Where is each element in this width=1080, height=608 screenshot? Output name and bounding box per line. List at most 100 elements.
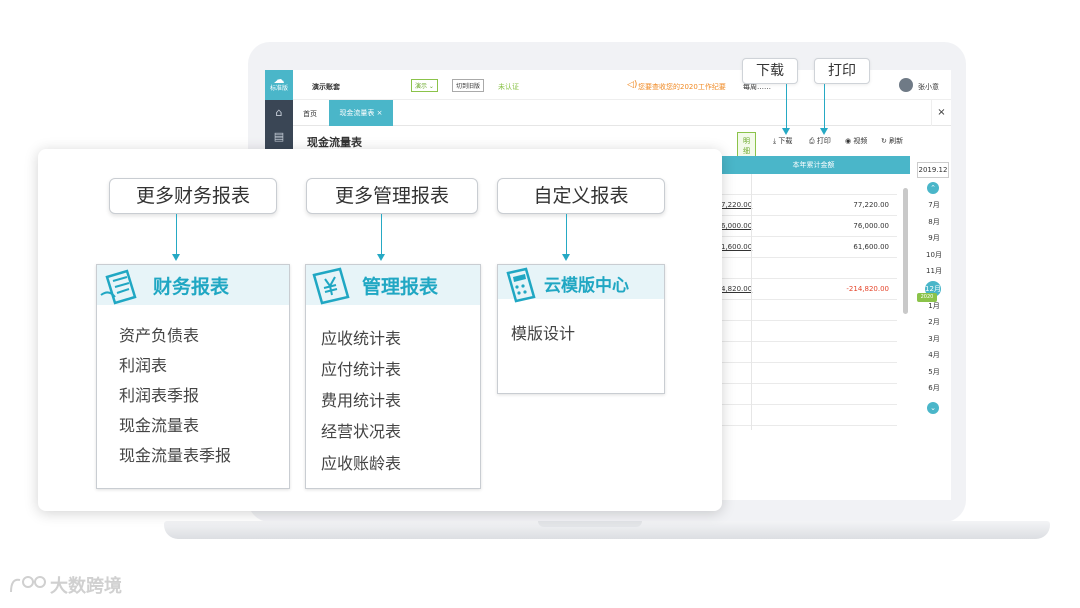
scrollbar[interactable] — [903, 188, 908, 314]
close-all-tabs-icon[interactable]: × — [931, 100, 951, 126]
month-item[interactable]: 4月 — [917, 350, 951, 360]
table-row — [717, 405, 897, 426]
print-connector — [824, 84, 825, 128]
month-item[interactable]: 1月 — [917, 301, 951, 311]
arrow-down-icon — [820, 128, 828, 135]
print-label: 打印 — [816, 137, 831, 145]
month-item[interactable]: 8月 — [917, 217, 951, 227]
tab-close-icon[interactable]: × — [377, 109, 383, 117]
template-design-link[interactable]: 模版设计 — [511, 320, 575, 344]
more-financial-reports-button[interactable]: 更多财务报表 — [109, 178, 277, 214]
home-icon[interactable]: ⌂ — [265, 102, 293, 124]
custom-report-button[interactable]: 自定义报表 — [497, 178, 665, 214]
column-header: 本年累计金额 — [717, 156, 910, 174]
report-link[interactable]: 现金流量表季报 — [119, 442, 231, 466]
year-total-cell: 61,600.00 — [853, 243, 889, 251]
table-row — [717, 300, 897, 321]
month-item[interactable]: 2月 — [917, 317, 951, 327]
year-total-cell: 76,000.00 — [853, 222, 889, 230]
printer-icon: ⎙ — [809, 137, 815, 145]
notice-link[interactable]: 您要查收您的2020工作纪要 — [638, 82, 726, 92]
mode-label: 演示 — [415, 83, 428, 90]
table-row: 4,820.00 -214,820.00 — [717, 279, 897, 300]
month-item[interactable]: 10月 — [917, 250, 951, 260]
switch-version-button[interactable]: 切到旧版 — [452, 79, 485, 92]
verify-status[interactable]: 未认证 — [498, 82, 519, 92]
year-select[interactable]: 2019.12 — [917, 162, 949, 178]
refresh-icon: ↻ — [881, 137, 887, 145]
watermark-logo-icon — [10, 576, 46, 593]
print-button[interactable]: ⎙ 打印 — [809, 136, 831, 146]
month-item[interactable]: 11月 — [917, 266, 951, 276]
tab-cash-flow[interactable]: 现金流量表 × — [329, 100, 393, 126]
report-link[interactable]: 应收统计表 — [321, 325, 401, 349]
management-reports-panel: 管理报表 应收统计表 应付统计表 费用统计表 经营状况表 应收账龄表 — [305, 264, 481, 489]
table-row — [717, 258, 897, 279]
arrow-down-icon — [562, 254, 570, 261]
refresh-button[interactable]: ↻ 刷新 — [881, 136, 903, 146]
month-item[interactable]: 9月 — [917, 233, 951, 243]
download-connector — [786, 84, 787, 128]
report-link[interactable]: 现金流量表 — [119, 412, 199, 436]
play-icon: ◉ — [845, 137, 852, 145]
document-pen-icon — [100, 269, 137, 305]
panel-header: 管理报表 — [306, 265, 480, 305]
arrow-down-icon — [782, 128, 790, 135]
month-item[interactable]: 3月 — [917, 334, 951, 344]
table-row — [717, 321, 897, 342]
app-logo-label: 标准版 — [269, 85, 288, 93]
user-name[interactable]: 张小意 — [918, 82, 939, 92]
month-item[interactable]: 5月 — [917, 367, 951, 377]
report-grid: 7,220.00 77,220.00 6,000.00 76,000.00 1,600.… — [717, 174, 897, 430]
panel-title: 财务报表 — [153, 276, 230, 298]
download-icon: ⤓ — [773, 137, 777, 145]
panel-header: 云模版中心 — [498, 265, 664, 303]
download-label: 下载 — [778, 137, 793, 145]
panel-header: 财务报表 — [97, 265, 289, 305]
report-link[interactable]: 利润表 — [119, 352, 167, 376]
report-link[interactable]: 资产负债表 — [119, 322, 199, 346]
arrow-down-icon — [377, 254, 385, 261]
table-row — [717, 384, 897, 405]
refresh-label: 刷新 — [889, 137, 904, 145]
grid-divider — [751, 174, 752, 430]
mode-select[interactable]: 演示 ⌄ — [411, 79, 438, 92]
year-total-cell: -214,820.00 — [846, 285, 889, 293]
panel-title: 管理报表 — [362, 276, 439, 298]
previous-amount-cell: 1,600.00 — [721, 243, 753, 251]
report-link[interactable]: 利润表季报 — [119, 382, 199, 406]
download-callout: 下载 — [742, 58, 798, 84]
table-row: 1,600.00 61,600.00 — [717, 237, 897, 258]
year-total-cell: 77,220.00 — [853, 201, 889, 209]
chevron-down-icon[interactable]: ⌄ — [927, 401, 939, 414]
watermark: 大数跨境 — [50, 576, 122, 597]
connector — [176, 214, 177, 254]
report-link[interactable]: 经营状况表 — [321, 418, 401, 442]
avatar[interactable] — [899, 78, 913, 92]
video-button[interactable]: ◉ 视频 — [845, 136, 867, 146]
company-name[interactable]: 演示账套 — [312, 82, 340, 92]
panel-title: 云模版中心 — [544, 276, 629, 296]
voucher-icon[interactable]: ▤ — [265, 126, 293, 148]
previous-amount-cell: 4,820.00 — [721, 285, 753, 293]
connector — [381, 214, 382, 254]
app-logo[interactable]: ☁ 标准版 — [265, 70, 293, 100]
period-selector: 2019.12 ⌃ 7月 8月 9月 10月 11月 12月 2020 1月 2月 3月 4月 5月 6月… — [917, 160, 951, 428]
month-item[interactable]: 6月 — [917, 383, 951, 393]
tab-bar: 首页 现金流量表 × × — [293, 100, 951, 126]
month-item[interactable]: 7月 — [917, 200, 951, 210]
report-link[interactable]: 应收账龄表 — [321, 450, 401, 474]
tab-home[interactable]: 首页 — [303, 109, 317, 119]
connector — [566, 214, 567, 254]
report-link[interactable]: 应付统计表 — [321, 356, 401, 380]
speaker-icon: ◁) — [627, 80, 638, 90]
video-label: 视频 — [853, 137, 868, 145]
report-link[interactable]: 费用统计表 — [321, 387, 401, 411]
cloud-template-panel: 云模版中心 模版设计 — [497, 264, 665, 394]
download-button[interactable]: ⤓ 下载 — [773, 136, 792, 146]
calculator-icon — [506, 267, 536, 303]
previous-amount-cell: 7,220.00 — [721, 201, 753, 209]
chevron-up-icon[interactable]: ⌃ — [927, 182, 939, 194]
more-management-reports-button[interactable]: 更多管理报表 — [306, 178, 478, 214]
table-row — [717, 363, 897, 384]
